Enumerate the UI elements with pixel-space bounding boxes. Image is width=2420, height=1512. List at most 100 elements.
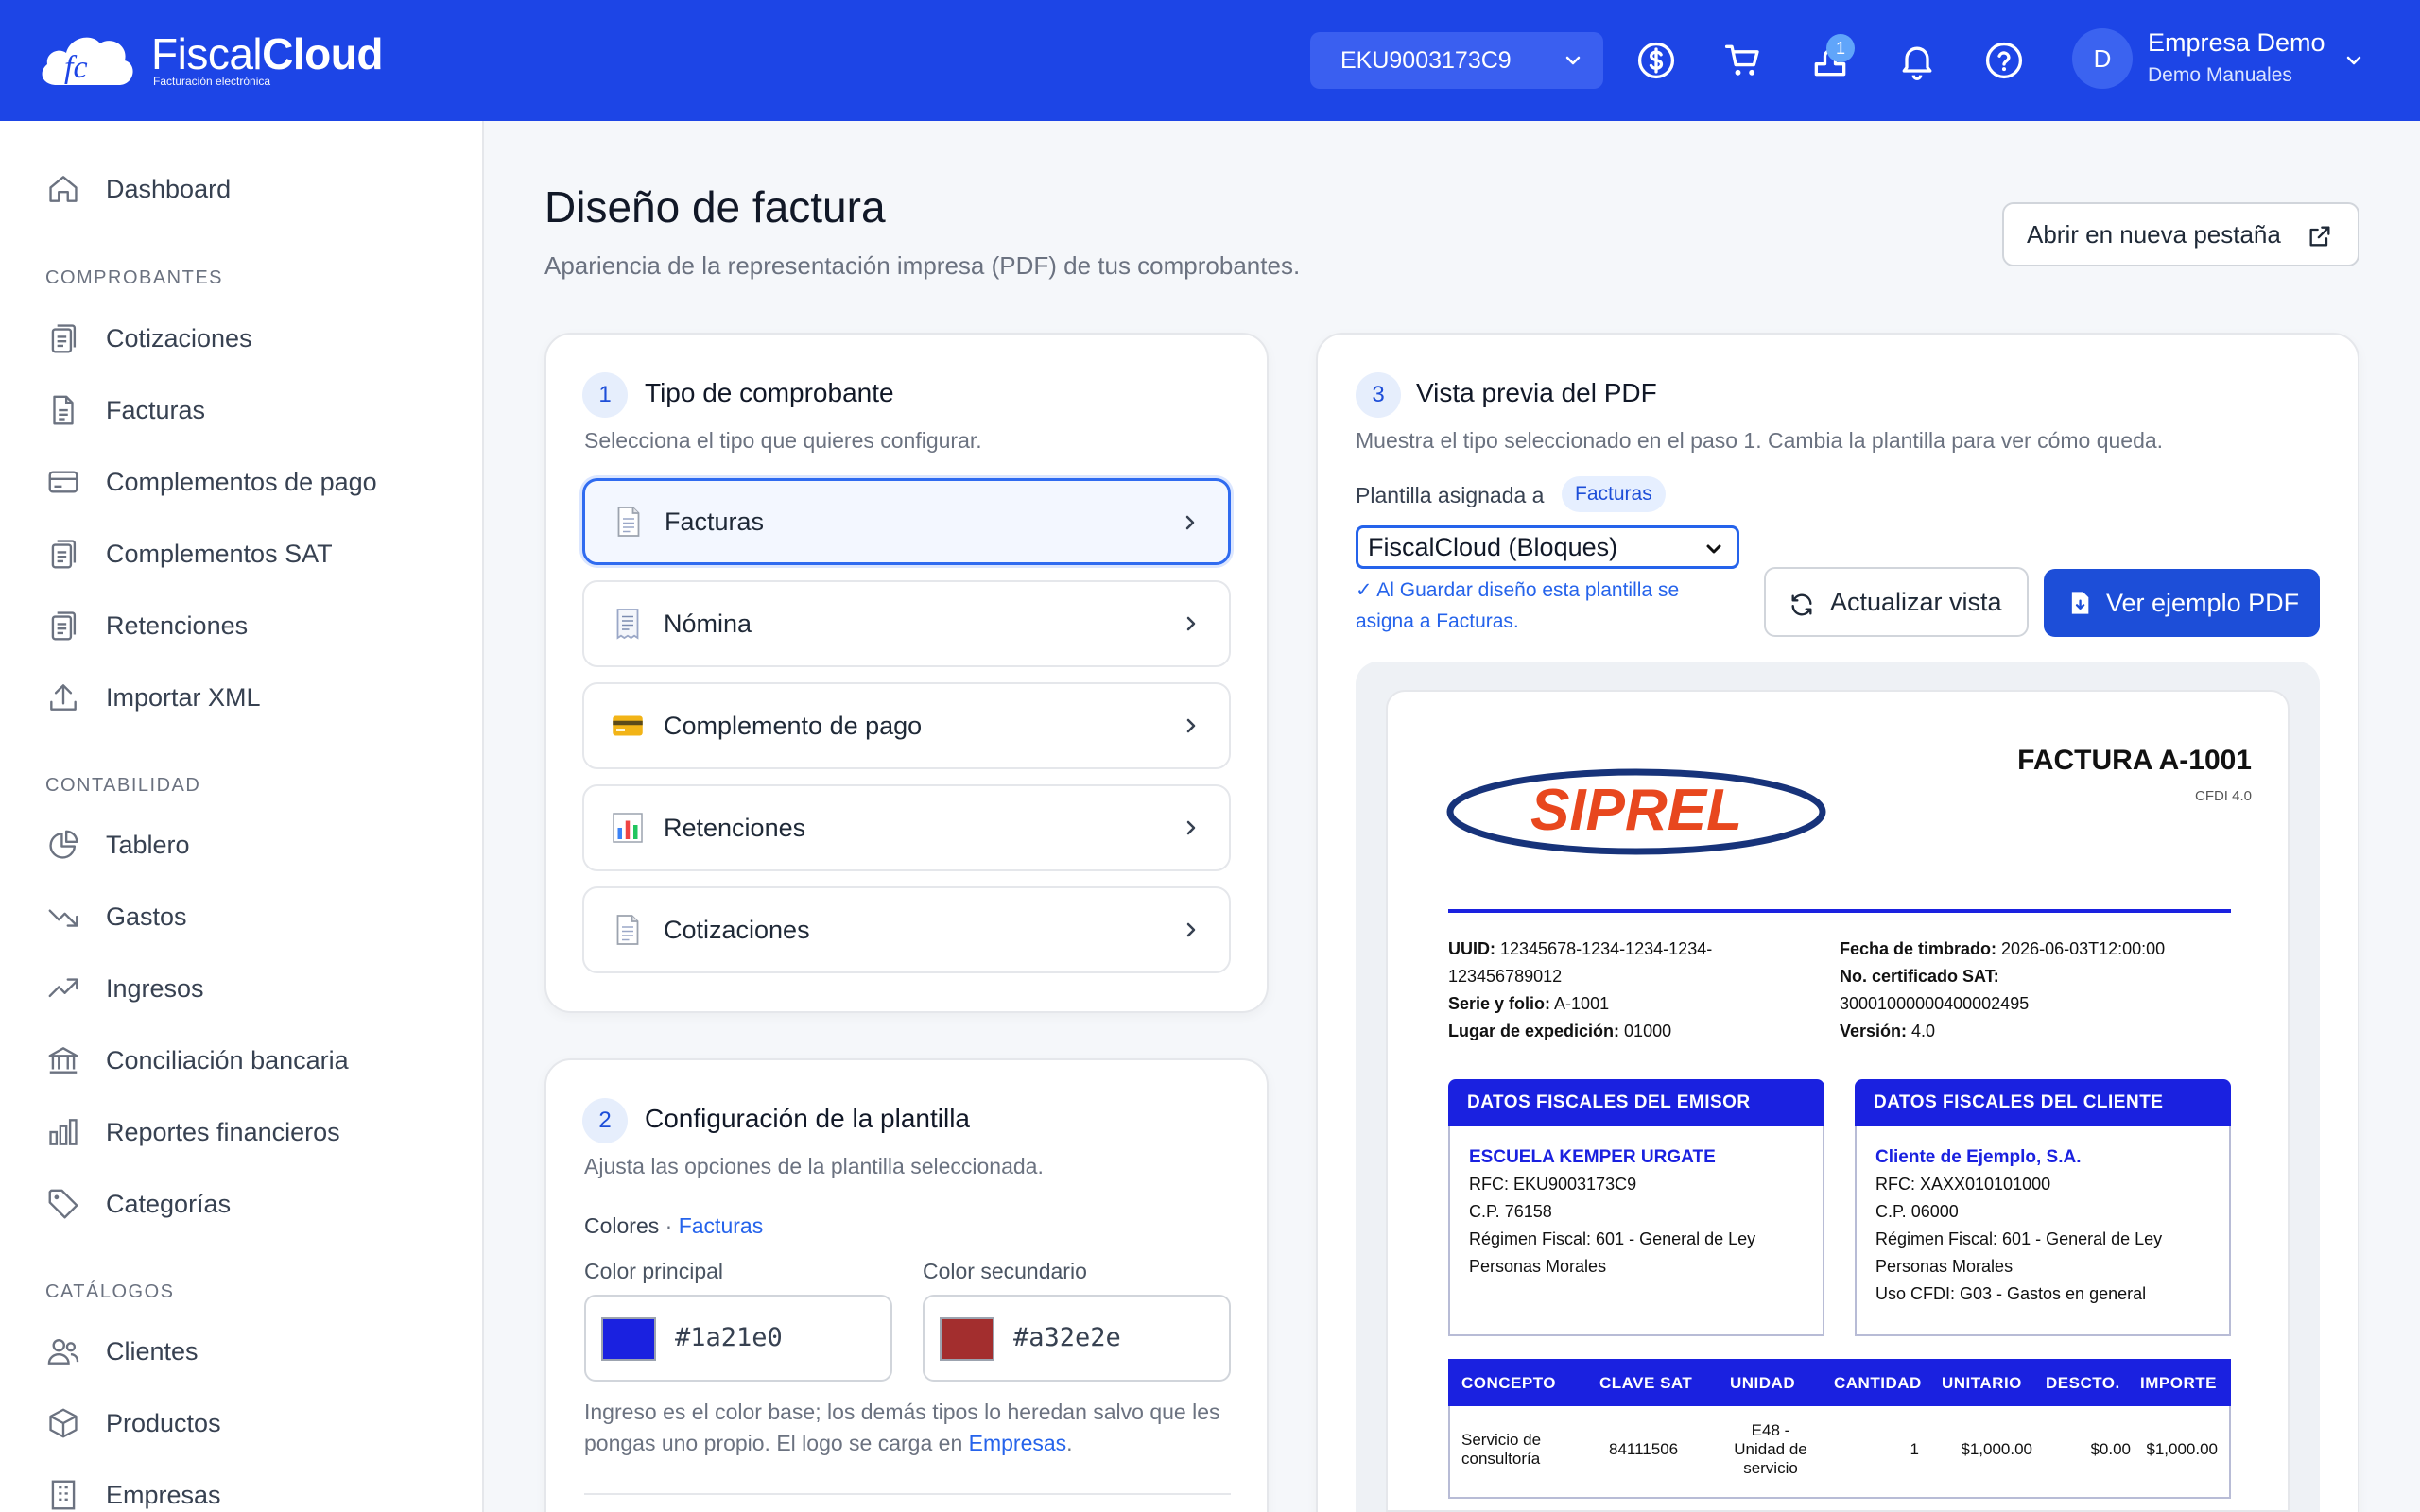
secondary-color-input[interactable]: #a32e2e — [923, 1295, 1231, 1382]
cell-clave: 84111506 — [1609, 1440, 1679, 1458]
open-new-tab-button[interactable]: Abrir en nueva pestaña — [2002, 202, 2360, 266]
sidebar-item-clientes[interactable]: Clientes — [45, 1332, 199, 1370]
column-header: CONCEPTO — [1461, 1374, 1557, 1392]
chevron-down-icon — [1706, 544, 1721, 554]
type-item-retenciones[interactable]: Retenciones — [582, 784, 1231, 871]
sidebar-item-complementos-sat[interactable]: Complementos SAT — [45, 535, 333, 573]
cliente-header: DATOS FISCALES DEL CLIENTE — [1855, 1079, 2231, 1126]
credit-card-icon — [613, 715, 643, 736]
sidebar-item-categorias[interactable]: Categorías — [45, 1185, 231, 1223]
sidebar-item-cotizaciones[interactable]: Cotizaciones — [45, 319, 252, 357]
external-link-icon — [2309, 226, 2330, 247]
card-title-preview: Vista previa del PDF — [1416, 378, 1657, 407]
chevron-right-icon — [1185, 515, 1195, 530]
sidebar: Dashboard COMPROBANTES Cotizaciones Fact… — [0, 121, 484, 1512]
view-pdf-button[interactable]: Ver ejemplo PDF — [2044, 569, 2320, 637]
user-name[interactable]: Empresa Demo — [2148, 28, 2325, 58]
sidebar-item-gastos[interactable]: Gastos — [45, 898, 187, 936]
rfc-selector[interactable]: EKU9003173C9 — [1310, 32, 1603, 89]
bell-icon[interactable] — [1896, 40, 1938, 81]
fiscalcloud-logo-icon: fc — [42, 37, 133, 85]
column-header: CLAVE SAT — [1599, 1374, 1693, 1392]
clipboard-icon — [51, 540, 77, 569]
sidebar-item-conciliacion[interactable]: Conciliación bancaria — [45, 1041, 349, 1079]
clipboard-icon — [51, 611, 77, 641]
building-icon — [51, 1480, 76, 1510]
empresas-link[interactable]: Empresas — [969, 1431, 1067, 1455]
trend-up-icon — [48, 978, 78, 998]
bar-chart-icon — [49, 1119, 78, 1145]
step-number-2: 2 — [582, 1098, 628, 1143]
card-title-config: Configuración de la plantilla — [645, 1104, 970, 1133]
clipboard-icon — [51, 324, 77, 353]
column-header: DESCTO. — [2046, 1374, 2120, 1392]
page-icon — [617, 507, 640, 537]
sidebar-item-importar-xml[interactable]: Importar XML — [45, 679, 261, 716]
svg-text:fc: fc — [64, 50, 88, 85]
invoice-cfdi-version: CFDI 4.0 — [2194, 788, 2252, 804]
card-subtitle-preview: Muestra el tipo seleccionado en el paso … — [1356, 428, 2164, 453]
column-header: IMPORTE — [2140, 1374, 2217, 1392]
bank-icon — [48, 1047, 78, 1074]
refresh-preview-button[interactable]: Actualizar vista — [1764, 567, 2029, 637]
primary-color-swatch[interactable] — [601, 1317, 656, 1361]
type-item-complemento-pago[interactable]: Complemento de pago — [582, 682, 1231, 769]
cliente-box: Cliente de Ejemplo, S.A. RFC: XAXX010101… — [1855, 1126, 2231, 1336]
assigned-template-pill: Facturas — [1562, 476, 1666, 512]
top-bar: fc FiscalCloud Facturación electrónica E… — [0, 0, 2420, 121]
type-item-cotizaciones[interactable]: Cotizaciones — [582, 886, 1231, 973]
sidebar-item-complementos-pago[interactable]: Complementos de pago — [45, 463, 377, 501]
page-title: Diseño de factura — [544, 182, 886, 232]
card-subtitle-config: Ajusta las opciones de la plantilla sele… — [584, 1154, 1044, 1178]
upload-icon — [50, 684, 77, 711]
card-subtitle-tipo: Selecciona el tipo que quieres configura… — [584, 428, 982, 453]
document-icon — [53, 395, 74, 425]
sidebar-item-productos[interactable]: Productos — [45, 1404, 221, 1442]
invoice-meta-left: UUID: 12345678-1234-1234-1234- 123456789… — [1448, 939, 1713, 1040]
siprel-logo: SIPREL — [1446, 768, 1826, 855]
avatar[interactable]: D — [2072, 28, 2133, 89]
chevron-right-icon — [1186, 820, 1196, 835]
template-select[interactable]: FiscalCloud (Bloques) — [1356, 525, 1739, 569]
invoice-meta-right: Fecha de timbrado: 2026-06-03T12:00:00 N… — [1840, 939, 2166, 1040]
sidebar-item-facturas[interactable]: Facturas — [45, 391, 205, 429]
section-title-comprobantes: COMPROBANTES — [45, 267, 224, 288]
user-company: Demo Manuales — [2148, 64, 2292, 86]
receipt-icon — [616, 609, 639, 640]
rfc-selected-value: EKU9003173C9 — [1340, 46, 1512, 74]
secondary-color-swatch[interactable] — [940, 1317, 994, 1361]
chevron-right-icon — [1186, 718, 1196, 733]
type-item-facturas[interactable]: Facturas — [582, 478, 1231, 565]
invoice-title: FACTURA A-1001 — [2017, 745, 2252, 776]
assigned-template-label: Plantilla asignada a — [1356, 483, 1545, 507]
chevron-right-icon — [1186, 616, 1196, 631]
brand[interactable]: fc FiscalCloud Facturación electrónica — [36, 26, 383, 93]
colors-scope: Facturas — [678, 1213, 764, 1238]
invoice-divider — [1448, 909, 2231, 913]
sidebar-item-tablero[interactable]: Tablero — [45, 826, 190, 864]
chevron-down-icon[interactable] — [2342, 49, 2365, 72]
type-item-nomina[interactable]: Nómina — [582, 580, 1231, 667]
card-title-tipo: Tipo de comprobante — [645, 378, 894, 407]
refresh-icon — [1791, 593, 1812, 616]
brand-tagline: Facturación electrónica — [153, 75, 271, 88]
sidebar-item-dashboard[interactable]: Dashboard — [45, 170, 231, 208]
sidebar-item-reportes[interactable]: Reportes financieros — [45, 1113, 340, 1151]
sidebar-item-empresas[interactable]: Empresas — [45, 1476, 221, 1512]
template-note: ✓ Al Guardar diseño esta plantilla se as… — [1356, 579, 1680, 632]
colors-label: Colores · Facturas — [584, 1213, 764, 1238]
dollar-circle-icon[interactable] — [1635, 40, 1677, 81]
cell-concepto: Servicio de consultoría — [1461, 1431, 1542, 1468]
column-header: CANTIDAD — [1834, 1374, 1922, 1392]
sidebar-item-ingresos[interactable]: Ingresos — [45, 970, 204, 1007]
sidebar-item-retenciones[interactable]: Retenciones — [45, 607, 248, 644]
cell-descto: $0.00 — [2090, 1440, 2131, 1458]
column-header: UNITARIO — [1942, 1374, 2022, 1392]
step-number-1: 1 — [582, 372, 628, 418]
file-download-icon — [2071, 592, 2089, 614]
primary-color-input[interactable]: #1a21e0 — [584, 1295, 892, 1382]
cart-icon[interactable] — [1722, 40, 1764, 81]
help-icon[interactable] — [1983, 40, 2025, 81]
page-subtitle: Apariencia de la representación impresa … — [544, 251, 1301, 280]
divider — [584, 1493, 1231, 1495]
